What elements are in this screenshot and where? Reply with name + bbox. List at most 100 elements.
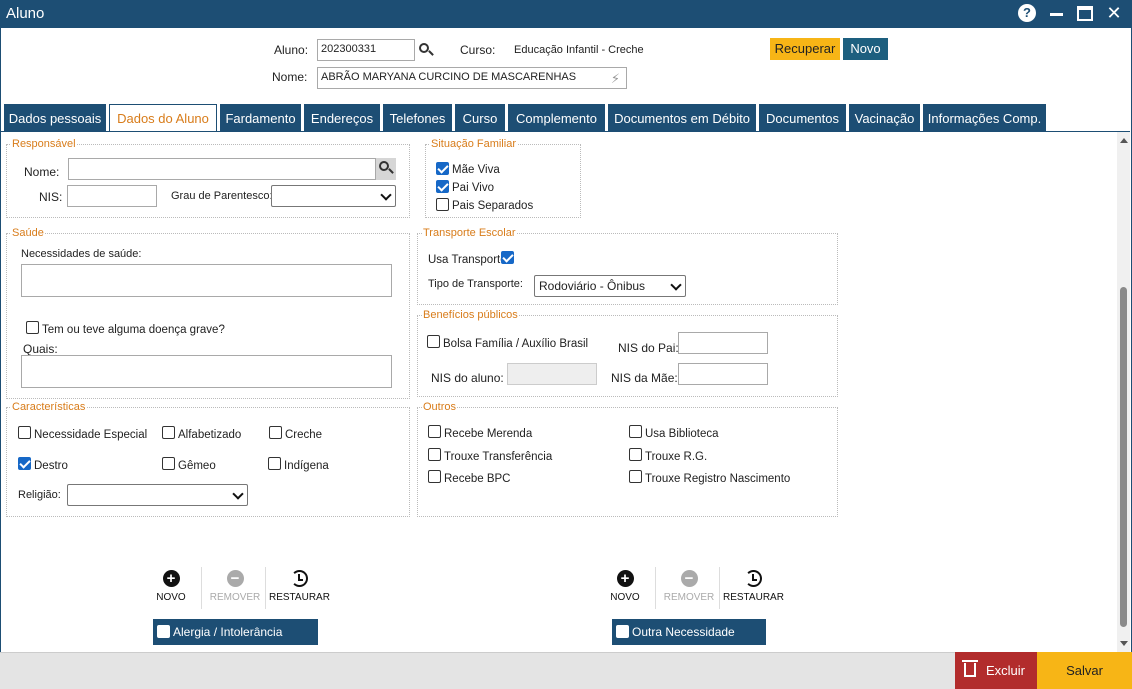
tab-documentos[interactable]: Documentos — [759, 104, 846, 132]
alergia-restaurar-button[interactable]: RESTAURAR — [269, 570, 330, 603]
toolbar-separator — [719, 567, 720, 609]
outra-necessidade-novo-button[interactable]: + NOVO — [595, 570, 655, 603]
nome-value: ABRÃO MARYANA CURCINO DE MASCARENHAS — [321, 71, 577, 83]
alergia-select-all-checkbox[interactable] — [157, 625, 170, 638]
usa-transporte-checkbox[interactable] — [501, 251, 514, 264]
novo-button[interactable]: Novo — [843, 38, 888, 60]
bolsa-familia-checkbox[interactable] — [427, 335, 440, 348]
tab-dados-pessoais[interactable]: Dados pessoais — [4, 104, 106, 132]
outra-necessidade-select-all-checkbox[interactable] — [616, 625, 629, 638]
minimize-button[interactable] — [1048, 4, 1068, 24]
recebe-merenda-checkbox[interactable] — [428, 425, 441, 438]
grau-parentesco-label: Grau de Parentesco: — [171, 190, 273, 202]
trouxe-transferencia-label: Trouxe Transferência — [444, 451, 553, 463]
gemeo-checkbox[interactable] — [162, 457, 175, 470]
restore-icon — [290, 570, 308, 587]
tab-fardamento[interactable]: Fardamento — [220, 104, 301, 132]
scroll-up-icon[interactable] — [1120, 138, 1128, 143]
indigena-checkbox[interactable] — [268, 457, 281, 470]
trouxe-rg-checkbox[interactable] — [629, 448, 642, 461]
tab-vacinacao[interactable]: Vacinação — [849, 104, 920, 132]
recebe-bpc-checkbox[interactable] — [428, 470, 441, 483]
scroll-down-icon[interactable] — [1120, 641, 1128, 646]
doenca-grave-checkbox[interactable] — [26, 321, 39, 334]
pais-separados-checkbox[interactable] — [436, 198, 449, 211]
window-titlebar: Aluno ? ✕ — [0, 0, 1132, 28]
tab-dados-do-aluno[interactable]: Dados do Aluno — [109, 104, 217, 132]
responsavel-search-button[interactable] — [376, 158, 396, 180]
necessidade-especial-checkbox[interactable] — [18, 426, 31, 439]
alergia-novo-button[interactable]: + NOVO — [141, 570, 201, 603]
responsavel-nis-input[interactable] — [67, 185, 157, 207]
pai-vivo-checkbox[interactable] — [436, 180, 449, 193]
beneficios-legend: Benefícios públicos — [422, 309, 519, 321]
recebe-bpc-label: Recebe BPC — [444, 473, 511, 485]
religiao-select[interactable] — [67, 484, 248, 506]
aluno-input[interactable]: 202300331 — [317, 39, 415, 61]
necessidade-especial-label: Necessidade Especial — [34, 429, 148, 441]
nis-aluno-label: NIS do aluno: — [431, 371, 504, 385]
caracteristicas-legend: Características — [11, 401, 87, 413]
window-title: Aluno — [6, 5, 45, 22]
alfabetizado-checkbox[interactable] — [162, 426, 175, 439]
curso-label: Curso: — [460, 43, 496, 57]
nis-mae-input[interactable] — [678, 363, 768, 385]
scroll-thumb[interactable] — [1120, 287, 1127, 627]
recebe-merenda-label: Recebe Merenda — [444, 428, 533, 440]
minimize-icon — [1050, 13, 1063, 16]
pai-vivo-label: Pai Vivo — [452, 182, 494, 194]
nis-pai-input[interactable] — [678, 332, 768, 354]
creche-checkbox[interactable] — [269, 426, 282, 439]
alergia-remover-button[interactable]: − REMOVER — [205, 570, 265, 603]
destro-checkbox[interactable] — [18, 457, 31, 470]
nis-aluno-input — [507, 363, 597, 385]
trouxe-registro-nascimento-checkbox[interactable] — [629, 470, 642, 483]
tipo-transporte-label: Tipo de Transporte: — [428, 278, 523, 290]
outra-necessidade-restaurar-button[interactable]: RESTAURAR — [723, 570, 784, 603]
mae-viva-checkbox[interactable] — [436, 162, 449, 175]
outros-legend: Outros — [422, 401, 458, 413]
plus-circle-icon: + — [162, 570, 180, 587]
recuperar-button[interactable]: Recuperar — [770, 38, 840, 60]
usa-biblioteca-checkbox[interactable] — [629, 425, 642, 438]
bolsa-familia-label: Bolsa Família / Auxílio Brasil — [443, 338, 589, 350]
chevron-down-icon — [670, 279, 682, 291]
lightning-icon[interactable]: ⚡ — [611, 71, 620, 87]
nis-mae-label: NIS da Mãe: — [611, 371, 678, 385]
gemeo-label: Gêmeo — [178, 460, 216, 472]
religiao-label: Religião: — [18, 489, 61, 501]
maximize-icon — [1077, 6, 1093, 21]
quais-input[interactable] — [21, 355, 392, 388]
grau-parentesco-select[interactable] — [271, 185, 396, 207]
responsavel-nome-label: Nome: — [24, 165, 60, 179]
trouxe-rg-label: Trouxe R.G. — [645, 451, 708, 463]
close-button[interactable]: ✕ — [1104, 4, 1124, 24]
tipo-transporte-value: Rodoviário - Ônibus — [539, 279, 646, 293]
curso-value: Educação Infantil - Creche — [514, 44, 644, 56]
situacao-familiar-legend: Situação Familiar — [430, 138, 517, 150]
nome-label: Nome: — [272, 70, 308, 84]
tab-enderecos[interactable]: Endereços — [304, 104, 380, 132]
outra-necessidade-remover-button[interactable]: − REMOVER — [659, 570, 719, 603]
tab-curso[interactable]: Curso — [455, 104, 505, 132]
plus-circle-icon: + — [616, 570, 634, 587]
maximize-button[interactable] — [1076, 4, 1096, 24]
necessidades-saude-input[interactable] — [21, 264, 392, 297]
trouxe-transferencia-checkbox[interactable] — [428, 448, 441, 461]
help-button[interactable]: ? — [1018, 4, 1038, 24]
destro-label: Destro — [34, 460, 68, 472]
tab-complemento[interactable]: Complemento — [508, 104, 605, 132]
aluno-search-button[interactable] — [416, 40, 436, 60]
salvar-button[interactable]: Salvar — [1037, 652, 1132, 689]
toolbar-separator — [201, 567, 202, 609]
tab-documentos-em-debito[interactable]: Documentos em Débito — [608, 104, 756, 132]
tab-telefones[interactable]: Telefones — [383, 104, 452, 132]
quais-label: Quais: — [23, 342, 58, 356]
close-icon: ✕ — [1106, 3, 1122, 23]
nome-input[interactable]: ABRÃO MARYANA CURCINO DE MASCARENHAS ⚡ — [317, 67, 627, 89]
excluir-button[interactable]: Excluir — [955, 652, 1037, 689]
responsavel-nome-input[interactable] — [68, 158, 376, 180]
tab-informacoes-comp[interactable]: Informações Comp. — [923, 104, 1046, 132]
tipo-transporte-select[interactable]: Rodoviário - Ônibus — [534, 275, 686, 297]
vertical-scrollbar[interactable] — [1117, 132, 1130, 652]
